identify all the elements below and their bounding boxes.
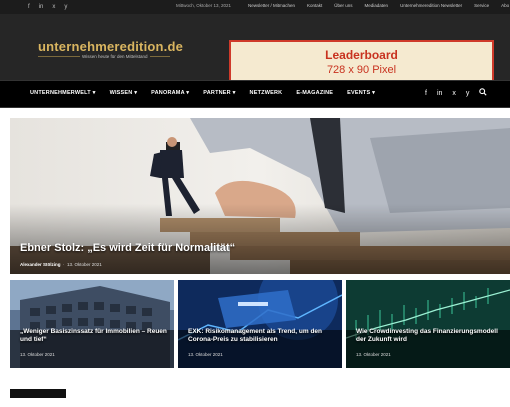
- current-date: Mittwoch, Oktober 13, 2021: [176, 3, 232, 8]
- hero-article[interactable]: Ebner Stolz: „Es wird Zeit für Normalitä…: [10, 118, 510, 274]
- nav-item-wissen[interactable]: WISSEN ▾: [110, 90, 138, 96]
- card-title[interactable]: „Weniger Basiszinssatz für Immobilien – …: [20, 328, 170, 344]
- nav-label: PANORAMA: [151, 90, 185, 96]
- site-logo[interactable]: unternehmeredition.de Wissen heute für d…: [38, 38, 184, 59]
- top-link-abo[interactable]: Abo: [501, 3, 509, 8]
- nav-facebook-icon[interactable]: f: [425, 88, 427, 101]
- hero-author[interactable]: Alexander Stölzing: [20, 262, 61, 267]
- nav-xing-icon[interactable]: x: [452, 88, 456, 101]
- linkedin-icon[interactable]: in: [39, 2, 44, 12]
- nav-label: UNTERNEHMERWELT: [30, 90, 91, 96]
- card-title[interactable]: EXK: Risikomanagement als Trend, um den …: [188, 328, 338, 344]
- nav-label: PARTNER: [203, 90, 231, 96]
- hero-title[interactable]: Ebner Stolz: „Es wird Zeit für Normalitä…: [20, 242, 235, 254]
- site-header: unternehmeredition.de Wissen heute für d…: [0, 14, 510, 85]
- top-link-newsletter[interactable]: Newsletter / Mitmachen: [248, 3, 295, 8]
- nav-item-netzwerk[interactable]: NETZWERK: [250, 90, 283, 96]
- logo-text: unternehmeredition.de: [38, 39, 184, 54]
- card-date: 13. Oktober 2021: [188, 352, 223, 357]
- twitter-icon[interactable]: y: [64, 2, 67, 12]
- article-card[interactable]: Wie Crowdinvesting das Finanzierungsmode…: [346, 280, 510, 368]
- card-date: 13. Oktober 2021: [20, 352, 55, 357]
- search-icon[interactable]: [479, 88, 488, 101]
- nav-menu: UNTERNEHMERWELT ▾ WISSEN ▾ PANORAMA ▾ PA…: [30, 90, 375, 96]
- card-date: 13. Oktober 2021: [356, 352, 391, 357]
- article-card[interactable]: EXK: Risikomanagement als Trend, um den …: [178, 280, 342, 368]
- logo-tagline: Wissen heute für den Mittelstand: [80, 54, 150, 59]
- card-title[interactable]: Wie Crowdinvesting das Finanzierungsmode…: [356, 328, 506, 344]
- leaderboard-ad[interactable]: Leaderboard 728 x 90 Pixel: [229, 40, 494, 85]
- nav-label: EVENTS: [347, 90, 371, 96]
- xing-icon[interactable]: x: [52, 2, 55, 12]
- article-card[interactable]: „Weniger Basiszinssatz für Immobilien – …: [10, 280, 174, 368]
- nav-label: WISSEN: [109, 90, 133, 96]
- top-social-links: f in x y: [28, 2, 67, 12]
- hero-meta: Alexander Stölzing · 13. Oktober 2021: [20, 262, 102, 267]
- top-links: Newsletter / Mitmachen Kontakt Über uns …: [248, 3, 509, 8]
- nav-twitter-icon[interactable]: y: [466, 88, 470, 101]
- facebook-icon[interactable]: f: [28, 2, 30, 12]
- premium-partner-badge: PREMIUM PARTNER: [10, 389, 67, 403]
- leaderboard-size: 728 x 90 Pixel: [326, 64, 397, 76]
- nav-item-unternehmerwelt[interactable]: UNTERNEHMERWELT ▾: [30, 90, 96, 96]
- top-link-mediadata[interactable]: Mediadaten: [365, 3, 389, 8]
- leaderboard-title: Leaderboard: [325, 48, 398, 62]
- top-link-ue-newsletter[interactable]: Unternehmeredition Newsletter: [400, 3, 462, 8]
- top-bar: f in x y Mittwoch, Oktober 13, 2021 News…: [0, 0, 510, 14]
- hero-date: 13. Oktober 2021: [67, 262, 102, 267]
- top-link-about[interactable]: Über uns: [334, 3, 352, 8]
- nav-item-panorama[interactable]: PANORAMA ▾: [151, 90, 189, 96]
- top-link-service[interactable]: Service: [474, 3, 489, 8]
- top-link-contact[interactable]: Kontakt: [307, 3, 322, 8]
- nav-linkedin-icon[interactable]: in: [437, 88, 442, 101]
- nav-item-events[interactable]: EVENTS ▾: [347, 90, 375, 96]
- badge-label: PREMIUM PARTNER: [14, 398, 63, 403]
- nav-item-partner[interactable]: PARTNER ▾: [203, 90, 235, 96]
- main-navigation: UNTERNEHMERWELT ▾ WISSEN ▾ PANORAMA ▾ PA…: [0, 80, 510, 108]
- nav-item-emagazine[interactable]: E-MAGAZINE: [296, 90, 333, 96]
- nav-right-icons: f in x y: [425, 88, 488, 101]
